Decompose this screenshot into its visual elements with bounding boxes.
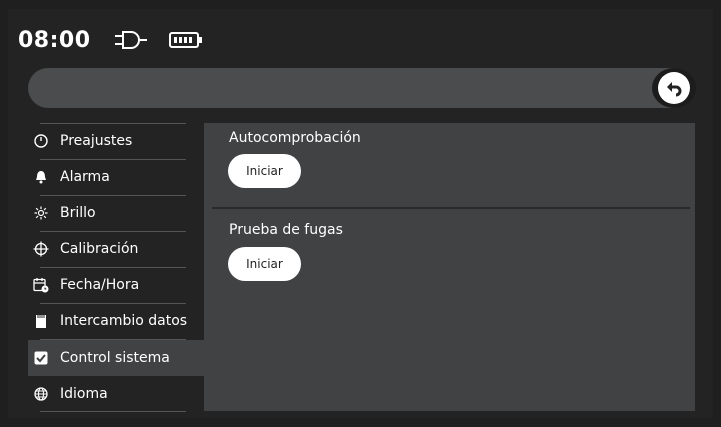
menu-item-fecha-hora[interactable]: Fecha/Hora bbox=[28, 268, 204, 302]
calendar-clock-icon bbox=[32, 276, 50, 294]
menu-item-label: Brillo bbox=[60, 205, 96, 221]
battery-icon bbox=[168, 32, 202, 48]
system-control-panel: Autocomprobación Iniciar Prueba de fugas… bbox=[204, 123, 695, 411]
menu-item-label: Alarma bbox=[60, 169, 110, 185]
self-test-start-button[interactable]: Iniciar bbox=[228, 154, 301, 188]
status-bar: 08:00 bbox=[18, 24, 203, 56]
menu-item-preajustes[interactable]: Preajustes bbox=[28, 124, 204, 158]
bell-icon bbox=[32, 168, 50, 186]
settings-menu: Preajustes Alarma Brillo Calibración Fec… bbox=[28, 123, 204, 412]
back-button-face[interactable] bbox=[658, 72, 690, 104]
menu-item-brillo[interactable]: Brillo bbox=[28, 196, 204, 230]
menu-item-intercambio-datos[interactable]: Intercambio datos bbox=[28, 304, 204, 338]
menu-item-control-sistema[interactable]: Control sistema bbox=[28, 340, 204, 376]
menu-item-label: Fecha/Hora bbox=[60, 277, 140, 293]
leak-test-title: Prueba de fugas bbox=[229, 222, 343, 238]
back-button[interactable] bbox=[652, 68, 696, 108]
menu-item-alarma[interactable]: Alarma bbox=[28, 160, 204, 194]
menu-item-label: Calibración bbox=[60, 241, 139, 257]
back-arrow-icon bbox=[667, 82, 682, 97]
clock: 08:00 bbox=[18, 27, 91, 53]
menu-item-label: Intercambio datos bbox=[60, 313, 188, 329]
sun-icon bbox=[32, 204, 50, 222]
menu-item-calibracion[interactable]: Calibración bbox=[28, 232, 204, 266]
timer-icon bbox=[32, 132, 50, 150]
menu-divider bbox=[40, 411, 186, 412]
menu-item-label: Preajustes bbox=[60, 133, 133, 149]
sd-card-icon bbox=[32, 312, 50, 330]
title-bar bbox=[28, 68, 694, 108]
menu-item-label: Idioma bbox=[60, 386, 108, 402]
menu-item-idioma[interactable]: Idioma bbox=[28, 377, 204, 411]
menu-item-label: Control sistema bbox=[60, 350, 170, 366]
section-separator bbox=[212, 207, 690, 209]
crosshair-icon bbox=[32, 240, 50, 258]
checkbox-icon bbox=[32, 349, 50, 367]
globe-icon bbox=[32, 385, 50, 403]
self-test-title: Autocomprobación bbox=[229, 130, 361, 146]
plug-icon bbox=[114, 31, 147, 49]
leak-test-start-button[interactable]: Iniciar bbox=[228, 247, 301, 281]
